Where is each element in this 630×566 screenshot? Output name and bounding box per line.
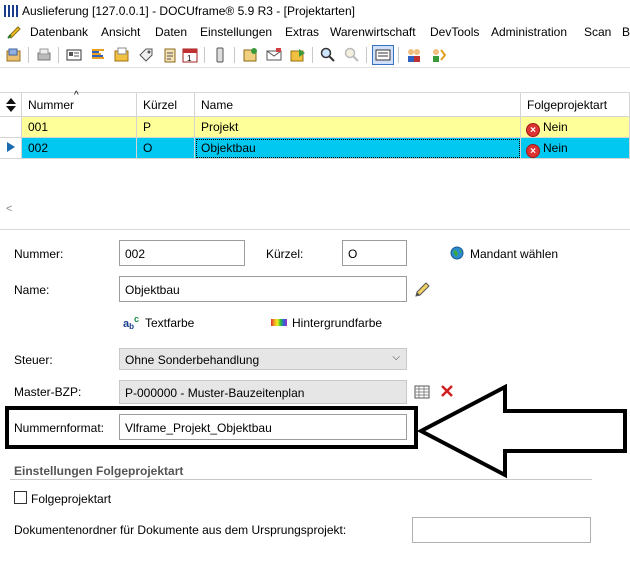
cell-folge-label: Nein: [543, 120, 568, 134]
window-title: Auslieferung [127.0.0.1] - DOCUframe® 5.…: [22, 4, 355, 18]
nummernformat-label: Nummernformat:: [14, 421, 105, 435]
textfarbe-label: Textfarbe: [145, 316, 195, 330]
form-view-icon[interactable]: [372, 45, 394, 65]
menu-warenwirtschaft[interactable]: Warenwirtschaft: [330, 25, 416, 39]
steuer-select-value: Ohne Sonderbehandlung: [125, 353, 260, 367]
name-field[interactable]: Objektbau: [119, 276, 407, 302]
menu-scan[interactable]: Scan: [584, 25, 611, 39]
svg-text:1: 1: [187, 54, 192, 63]
cell-name[interactable]: Objektbau: [195, 138, 521, 159]
pin-icon[interactable]: [6, 24, 22, 43]
menu-devtools[interactable]: DevTools: [430, 25, 479, 39]
row-pointer-icon[interactable]: [0, 138, 22, 159]
mandant-label: Mandant wählen: [470, 247, 559, 261]
nummer-label: Nummer:: [14, 247, 64, 261]
arrow-annotation: [417, 384, 627, 479]
section-divider: [10, 479, 592, 480]
table-row[interactable]: 001 P Projekt × Nein: [0, 117, 630, 138]
nummernformat-field[interactable]: Vlframe_Projekt_Objektbau: [119, 414, 407, 440]
steuer-select[interactable]: Ohne Sonderbehandlung ⌵: [119, 348, 407, 370]
search-disabled-icon: [344, 47, 360, 63]
rainbow-icon: [271, 319, 287, 326]
folgeprojektart-checkbox[interactable]: [14, 491, 27, 504]
tag-icon[interactable]: [138, 47, 154, 63]
dokumentenordner-field[interactable]: [412, 517, 591, 543]
folgeprojektart-checkbox-label: Folgeprojektart: [31, 492, 112, 506]
title-bar: Auslieferung [127.0.0.1] - DOCUframe® 5.…: [0, 0, 630, 22]
master-bzp-field[interactable]: P-000000 - Muster-Bauzeitenplan: [119, 380, 407, 404]
search-icon[interactable]: [320, 47, 336, 63]
cross-circle-icon: ×: [526, 123, 540, 137]
chevron-down-icon: ⌵: [392, 352, 400, 363]
edit-pencil-icon[interactable]: [413, 281, 431, 299]
text-color-icon: abc: [123, 314, 140, 331]
table-row-selected[interactable]: 002 O Objektbau × Nein: [0, 138, 630, 159]
phone-icon[interactable]: [212, 47, 228, 63]
dokumentenordner-label: Dokumentenordner für Dokumente aus dem U…: [14, 523, 347, 537]
column-header-kuerzel[interactable]: Kürzel: [137, 93, 195, 117]
row-sort-header[interactable]: [0, 93, 22, 117]
nummer-field[interactable]: 002: [119, 240, 245, 266]
mail-icon[interactable]: [266, 47, 282, 63]
column-header-name[interactable]: Name: [195, 93, 521, 117]
cell-folgeprojektart[interactable]: × Nein: [521, 117, 630, 138]
menu-daten[interactable]: Daten: [155, 25, 187, 39]
clipboard-icon[interactable]: [162, 47, 178, 63]
cell-folge-label: Nein: [543, 141, 568, 155]
cell-folgeprojektart[interactable]: × Nein: [521, 138, 630, 159]
menu-extras[interactable]: Extras: [285, 25, 319, 39]
cell-nummer[interactable]: 001: [22, 117, 137, 138]
globe-icon: [450, 246, 464, 263]
kuerzel-field[interactable]: O: [342, 240, 407, 266]
folder-icon[interactable]: [114, 47, 130, 63]
menu-ansicht[interactable]: Ansicht: [101, 25, 140, 39]
column-header-folgeprojektart[interactable]: Folgeprojektart: [521, 93, 630, 117]
doc-add-icon[interactable]: [242, 47, 258, 63]
cell-name[interactable]: Projekt: [195, 117, 521, 138]
users-icon[interactable]: [406, 47, 422, 63]
horizontal-scrollbar[interactable]: <: [0, 202, 630, 219]
calendar-icon[interactable]: 1: [182, 47, 198, 63]
menu-einstellungen[interactable]: Einstellungen: [200, 25, 272, 39]
cell-nummer[interactable]: 002: [22, 138, 137, 159]
section-title: Einstellungen Folgeprojektart: [14, 464, 184, 478]
list-icon[interactable]: [90, 47, 106, 63]
master-bzp-label: Master-BZP:: [14, 385, 82, 399]
row-selector[interactable]: [0, 117, 22, 138]
new-record-icon[interactable]: [6, 47, 22, 63]
toolbar: 1: [0, 42, 630, 68]
column-header-nummer-label: Nummer: [28, 98, 75, 112]
menu-datenbank[interactable]: Datenbank: [30, 25, 88, 39]
print-icon[interactable]: [36, 47, 52, 63]
user-settings-icon[interactable]: [430, 47, 447, 63]
cell-kuerzel[interactable]: P: [137, 117, 195, 138]
menu-bar: Datenbank Ansicht Daten Einstellungen Ex…: [0, 22, 630, 42]
cross-circle-icon: ×: [526, 144, 540, 158]
cell-kuerzel[interactable]: O: [137, 138, 195, 159]
menu-administration[interactable]: Administration: [491, 25, 567, 39]
menu-more[interactable]: B: [622, 25, 630, 39]
name-label: Name:: [14, 283, 50, 297]
card-icon[interactable]: [66, 47, 82, 63]
hintergrundfarbe-label: Hintergrundfarbe: [292, 316, 383, 330]
kuerzel-label: Kürzel:: [266, 247, 304, 261]
scroll-left-icon[interactable]: <: [6, 203, 12, 215]
sort-asc-icon: ^: [74, 90, 79, 101]
column-header-nummer[interactable]: Nummer ^: [22, 90, 137, 117]
app-icon: [4, 5, 18, 17]
export-icon[interactable]: [290, 47, 306, 63]
steuer-label: Steuer:: [14, 353, 53, 367]
